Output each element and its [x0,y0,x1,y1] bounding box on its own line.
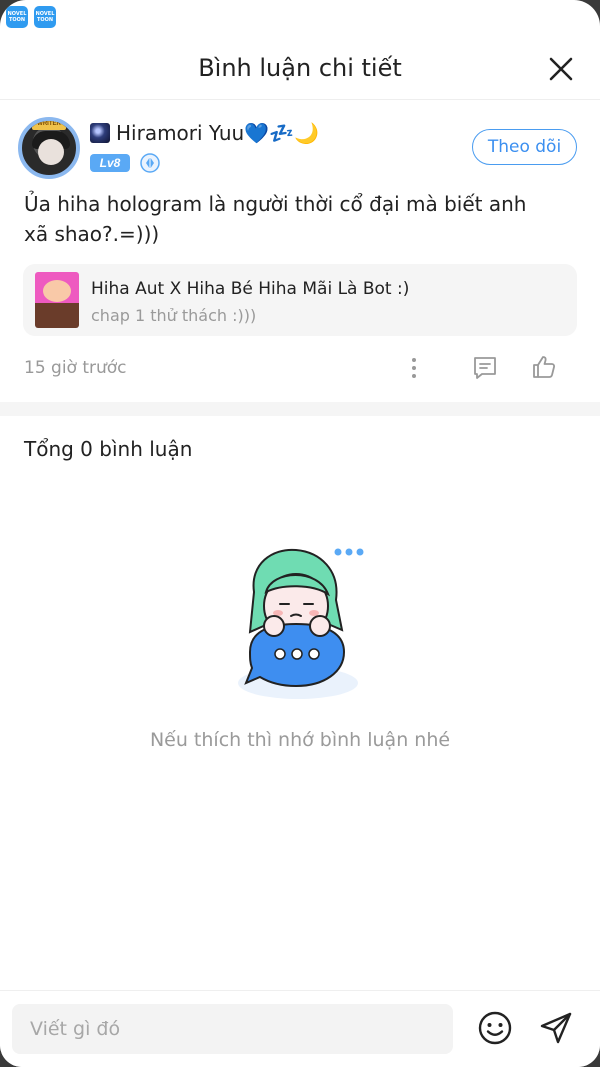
diamond-badge-icon [140,153,160,173]
reply-count: Tổng 0 bình luận [24,437,193,461]
comment-card: WRITER Hiramori Yuu💙💤🌙 Lv8 Theo dõi Ủa h… [0,101,600,401]
comment-input-bar [0,990,600,1067]
empty-message: Nếu thích thì nhớ bình luận nhé [149,729,451,751]
comment-detail-sheet: NOVEL TOON NOVEL TOON Bình luận chi tiết W… [0,0,600,1067]
page-title: Bình luận chi tiết [198,54,402,82]
close-icon[interactable] [548,56,574,82]
username-row: Hiramori Yuu💙💤🌙 [90,121,319,145]
reply-icon[interactable] [472,355,498,381]
comment-input[interactable] [12,1004,453,1054]
timestamp: 15 giờ trước [24,358,127,378]
writer-crown-badge: WRITER [32,121,66,130]
book-chapter: chap 1 thử thách :))) [91,306,257,325]
empty-comments-illustration [238,548,364,699]
avatar[interactable]: WRITER [18,117,80,179]
more-vertical-icon[interactable] [406,356,422,380]
book-title: Hiha Aut X Hiha Bé Hiha Mãi Là Bot :) [91,279,410,299]
section-divider [0,402,600,416]
novel-toon-app-icon: NOVEL TOON [34,6,56,28]
avatar-face [38,139,64,165]
send-icon[interactable] [538,1010,574,1046]
galaxy-icon [90,123,110,143]
username[interactable]: Hiramori Yuu💙💤🌙 [116,121,319,145]
book-card[interactable]: Hiha Aut X Hiha Bé Hiha Mãi Là Bot :) ch… [23,264,577,336]
novel-toon-app-icon: NOVEL TOON [6,6,28,28]
follow-button[interactable]: Theo dõi [472,129,577,165]
level-badge: Lv8 [90,154,130,172]
badge-row: Lv8 [90,153,160,173]
header: Bình luận chi tiết [0,36,600,100]
status-bar-app-icons: NOVEL TOON NOVEL TOON [6,6,56,28]
comment-meta-row: 15 giờ trước [24,356,576,380]
book-cover [35,272,79,328]
emoji-icon[interactable] [477,1010,513,1046]
comment-text: Ủa hiha hologram là người thời cổ đại mà… [24,192,527,246]
thumbs-up-icon[interactable] [531,354,557,380]
